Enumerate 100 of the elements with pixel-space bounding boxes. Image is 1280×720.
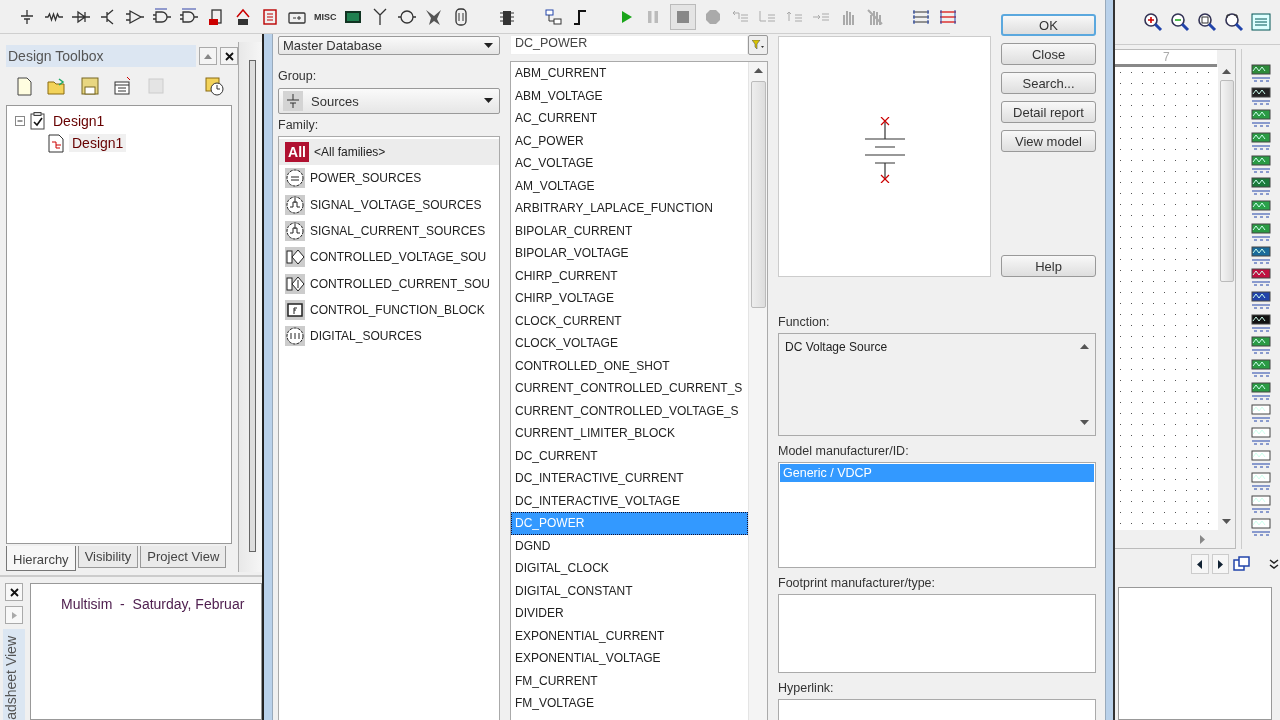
clock-folder-icon[interactable]: [204, 76, 224, 96]
instrument-icon[interactable]: [1249, 244, 1274, 265]
zoom-in-icon[interactable]: [1143, 12, 1163, 32]
open-folder-icon[interactable]: [47, 76, 67, 96]
component-item[interactable]: ABM_CURRENT: [511, 62, 748, 85]
family-item[interactable]: <All families>: [314, 145, 386, 160]
component-item[interactable]: DIGITAL_CONSTANT: [511, 579, 748, 602]
misc-button[interactable]: MISC: [314, 11, 336, 22]
component-item[interactable]: DC_INTERACTIVE_VOLTAGE: [511, 489, 748, 512]
previous-button[interactable]: [1191, 554, 1209, 574]
instrument-icon[interactable]: [1249, 85, 1274, 106]
component-item[interactable]: CONTROLLED_ONE_SHOT: [511, 354, 748, 377]
component-item[interactable]: AC_VOLTAGE: [511, 152, 748, 175]
component-item[interactable]: DIGITAL_CLOCK: [511, 557, 748, 580]
component-item[interactable]: FM_VOLTAGE: [511, 692, 748, 715]
instrument-icon[interactable]: [1249, 267, 1274, 288]
scroll-up-icon[interactable]: [1222, 69, 1232, 74]
tree-item[interactable]: Design1: [69, 134, 127, 152]
scroll-up-icon[interactable]: [753, 68, 763, 73]
dialog-button[interactable]: View model: [1001, 130, 1096, 152]
panel-tab[interactable]: Hierarchy: [6, 546, 76, 571]
field-label: Footprint manufacturer/type:: [778, 576, 937, 590]
component-item[interactable]: ARBITRARY_LAPLACE_FUNCTION: [511, 197, 748, 220]
instrument-icon[interactable]: [1249, 289, 1274, 310]
component-item[interactable]: EXPONENTIAL_CURRENT: [511, 624, 748, 647]
zoom-area-icon[interactable]: [1197, 12, 1217, 32]
component-item[interactable]: CLOCK_CURRENT: [511, 309, 748, 332]
component-item[interactable]: AC_POWER: [511, 129, 748, 152]
panel-title: Design Toolbox: [6, 45, 196, 67]
close-button[interactable]: [220, 47, 238, 65]
scroll-up-icon[interactable]: [1080, 344, 1089, 349]
component-item[interactable]: CURRENT_CONTROLLED_VOLTAGE_S: [511, 399, 748, 422]
family-item[interactable]: CONTROL_FUNCTION_BLOCK: [310, 302, 485, 317]
component-item[interactable]: AM_VOLTAGE: [511, 174, 748, 197]
new-file-icon[interactable]: [14, 76, 34, 96]
component-item[interactable]: AC_CURRENT: [511, 107, 748, 130]
zoom-fit-icon[interactable]: [1224, 12, 1244, 32]
help-button[interactable]: Help: [1001, 255, 1096, 277]
scroll-down-icon[interactable]: [1080, 420, 1089, 425]
sheet-icon[interactable]: [1251, 12, 1271, 32]
component-item[interactable]: DIVIDER: [511, 602, 748, 625]
component-item[interactable]: FM_CURRENT: [511, 669, 748, 692]
clipboard-checkbox-icon[interactable]: [29, 112, 46, 130]
field-label: Group:: [278, 69, 318, 83]
save-icon[interactable]: [80, 76, 100, 96]
component-item[interactable]: BIPOLAR_CURRENT: [511, 219, 748, 242]
component-item[interactable]: CLOCK_VOLTAGE: [511, 332, 748, 355]
family-item[interactable]: SIGNAL_VOLTAGE_SOURCES: [310, 197, 482, 212]
scroll-right-icon[interactable]: [1200, 534, 1206, 544]
component-item[interactable]: CURRENT_CONTROLLED_CURRENT_S: [511, 377, 748, 400]
database-dropdown[interactable]: Master Database: [278, 36, 500, 55]
instrument-icon[interactable]: [1249, 176, 1274, 197]
component-item[interactable]: CHIRP_CURRENT: [511, 264, 748, 287]
collapse-icon[interactable]: [15, 116, 25, 126]
dialog-button[interactable]: OK: [1001, 14, 1096, 36]
dialog-button[interactable]: Close: [1001, 43, 1096, 65]
scroll-down-icon[interactable]: [1222, 519, 1232, 524]
panel-splitter[interactable]: [238, 42, 262, 572]
triangle-icon: [204, 53, 212, 59]
panel-tab[interactable]: Visibility: [77, 546, 139, 568]
field-label: Model manufacturer/ID:: [778, 444, 910, 458]
component-item[interactable]: ABM_VOLTAGE: [511, 84, 748, 107]
group-dropdown[interactable]: Sources: [278, 88, 500, 114]
indicator-icon[interactable]: [233, 6, 253, 27]
hierarchy-icon[interactable]: [543, 6, 563, 27]
component-item[interactable]: DGND: [511, 534, 748, 557]
family-item[interactable]: POWER_SOURCES: [310, 171, 422, 186]
chevron-icon[interactable]: [1268, 557, 1280, 571]
scrollbar[interactable]: [249, 60, 256, 552]
next-button[interactable]: [1211, 554, 1230, 574]
component-item[interactable]: DC_INTERACTIVE_CURRENT: [511, 467, 748, 490]
power-source-icon: [285, 168, 305, 189]
stop-button[interactable]: [670, 3, 696, 30]
tree-item[interactable]: Design1: [50, 112, 108, 130]
component-search-field[interactable]: DC_POWER: [510, 35, 748, 55]
dialog-button[interactable]: Detail report: [1001, 101, 1096, 123]
instrument-icon[interactable]: [1249, 312, 1274, 333]
window-icon[interactable]: [113, 76, 133, 96]
filter-button[interactable]: [748, 35, 768, 55]
component-item[interactable]: CURRENT_LIMITER_BLOCK: [511, 422, 748, 445]
display-icon[interactable]: [260, 6, 280, 27]
dialog-button[interactable]: Search...: [1001, 72, 1096, 94]
windows-icon[interactable]: [1232, 554, 1253, 574]
close-button[interactable]: [5, 583, 23, 601]
component-item[interactable]: BIPOLAR_VOLTAGE: [511, 242, 748, 265]
family-item[interactable]: SIGNAL_CURRENT_SOURCES: [310, 224, 486, 239]
function-text: DC Voltage Source: [785, 340, 888, 356]
family-item[interactable]: CONTROLLED_CURRENT_SOU: [310, 276, 491, 291]
family-item[interactable]: DIGITAL_SOURCES: [310, 329, 422, 344]
component-item[interactable]: DC_CURRENT: [511, 444, 748, 467]
log-text: Multisim - Saturday, Februar: [61, 596, 245, 612]
hyperlink-field[interactable]: [778, 699, 1096, 720]
panel-tab[interactable]: Project View: [140, 546, 227, 568]
caret-icon: [484, 42, 493, 49]
family-list[interactable]: All <All families> POWER_SOURCES SIGNAL_VOLTAGE_SOURCES SIGNAL_CURRENT_SOURCES CONTROLLED_VOLTAGE_SOU CONTROLLED_CURRENT_SOU CONTROL_FUNCTION_BLOCK DIGITAL_SOURCES: [278, 136, 500, 720]
component-item[interactable]: CHIRP_VOLTAGE: [511, 287, 748, 310]
zoom-out-icon[interactable]: [1170, 12, 1190, 32]
family-item[interactable]: CONTROLLED_VOLTAGE_SOU: [310, 250, 487, 265]
field-label: Function:: [778, 315, 831, 329]
component-item[interactable]: EXPONENTIAL_VOLTAGE: [511, 647, 748, 670]
